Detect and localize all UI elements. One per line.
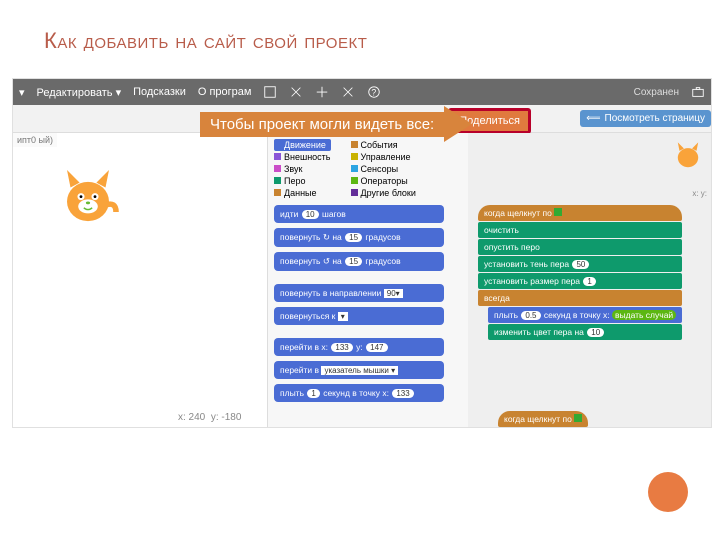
stage-coords: x: 240 y: -180 — [178, 412, 241, 423]
blk-move[interactable]: идти 10 шагов — [274, 205, 444, 223]
blk-pencolor[interactable]: изменить цвет пера на 10 — [488, 324, 682, 340]
menu-tips[interactable]: Подсказки — [133, 86, 186, 98]
blk-forever[interactable]: всегда — [478, 290, 682, 306]
arrow-left-icon: ⟸ — [586, 113, 600, 124]
blk-goto[interactable]: перейти в указатель мышки ▾ — [274, 361, 444, 379]
editor-column: Движение Внешность Звук Перо Данные Собы… — [267, 133, 711, 427]
blk-pendown[interactable]: опустить перо — [478, 239, 682, 255]
stage-column: ипт0 ый) x: 240 y: -180 — [13, 133, 267, 427]
block-palette: Движение Внешность Звук Перо Данные Собы… — [274, 139, 416, 199]
script-stack-2[interactable]: когда щелкнут по всегда — [498, 411, 588, 428]
callout-text: Чтобы проект могли видеть все: — [200, 112, 444, 137]
suitcase-icon[interactable] — [691, 85, 705, 99]
script-area[interactable]: x: y: когда щелкнут по очистить опустить… — [468, 133, 711, 427]
menu-lang[interactable]: ▾ — [19, 86, 25, 99]
cat-data[interactable]: Данные — [274, 187, 331, 199]
script-stack-1[interactable]: когда щелкнут по очистить опустить перо … — [478, 205, 682, 341]
menu-edit[interactable]: Редактировать ▾ — [37, 86, 122, 99]
menu-about[interactable]: О програм — [198, 86, 252, 98]
help-icon[interactable]: ? — [367, 85, 381, 99]
blk-turn-ccw[interactable]: повернуть ↺ на 15 градусов — [274, 252, 444, 271]
motion-blocks: идти 10 шагов повернуть ↻ на 15 градусов… — [274, 205, 444, 407]
cat-pen[interactable]: Перо — [274, 175, 331, 187]
blk-penshade[interactable]: установить тень пера 50 — [478, 256, 682, 272]
cat-sound[interactable]: Звук — [274, 163, 331, 175]
arrow-head-icon — [444, 106, 472, 142]
saved-label: Сохранен — [634, 87, 679, 98]
cat-looks[interactable]: Внешность — [274, 151, 331, 163]
hat-flag[interactable]: когда щелкнут по — [478, 205, 682, 221]
cat-more[interactable]: Другие блоки — [351, 187, 416, 199]
blk-point-dir[interactable]: повернуть в направлении 90▾ — [274, 284, 444, 302]
blk-goto-xy[interactable]: перейти в x: 133 y: 147 — [274, 338, 444, 356]
slide-dot-icon — [648, 472, 688, 512]
sprite-xy: x: y: — [692, 189, 707, 198]
blk-glide2[interactable]: плыть 0.5 секунд в точку x: выдать случа… — [488, 307, 682, 323]
view-page-button[interactable]: ⟸ Посмотреть страницу — [580, 110, 711, 127]
cat-operators[interactable]: Операторы — [351, 175, 416, 187]
cat-control[interactable]: Управление — [351, 151, 416, 163]
slide-title: Как добавить на сайт свой проект — [0, 0, 720, 54]
content-area: ипт0 ый) x: 240 y: -180 — [13, 133, 711, 427]
sprite-tab[interactable]: ипт0 ый) — [13, 133, 57, 147]
svg-text:?: ? — [372, 88, 377, 98]
flag-icon — [574, 414, 582, 422]
callout-arrow: Чтобы проект могли видеть все: — [200, 106, 472, 142]
blk-glide[interactable]: плыть 1 секунд в точку x: 133 — [274, 384, 444, 402]
flag-icon — [554, 208, 562, 216]
hat-flag-2[interactable]: когда щелкнут по — [498, 411, 588, 427]
scratch-cat-icon — [53, 163, 123, 238]
shrink-icon[interactable] — [341, 85, 355, 99]
sprite-thumb-icon — [671, 139, 705, 178]
blk-pensize[interactable]: установить размер пера 1 — [478, 273, 682, 289]
main-toolbar: ▾ Редактировать ▾ Подсказки О програм ? … — [13, 79, 711, 105]
grow-icon[interactable] — [315, 85, 329, 99]
cat-sensing[interactable]: Сенсоры — [351, 163, 416, 175]
stamp-icon[interactable] — [263, 85, 277, 99]
blk-point-towards[interactable]: повернуться к ▾ — [274, 307, 444, 325]
scissors-icon[interactable] — [289, 85, 303, 99]
blk-turn-cw[interactable]: повернуть ↻ на 15 градусов — [274, 228, 444, 247]
blk-clear[interactable]: очистить — [478, 222, 682, 238]
